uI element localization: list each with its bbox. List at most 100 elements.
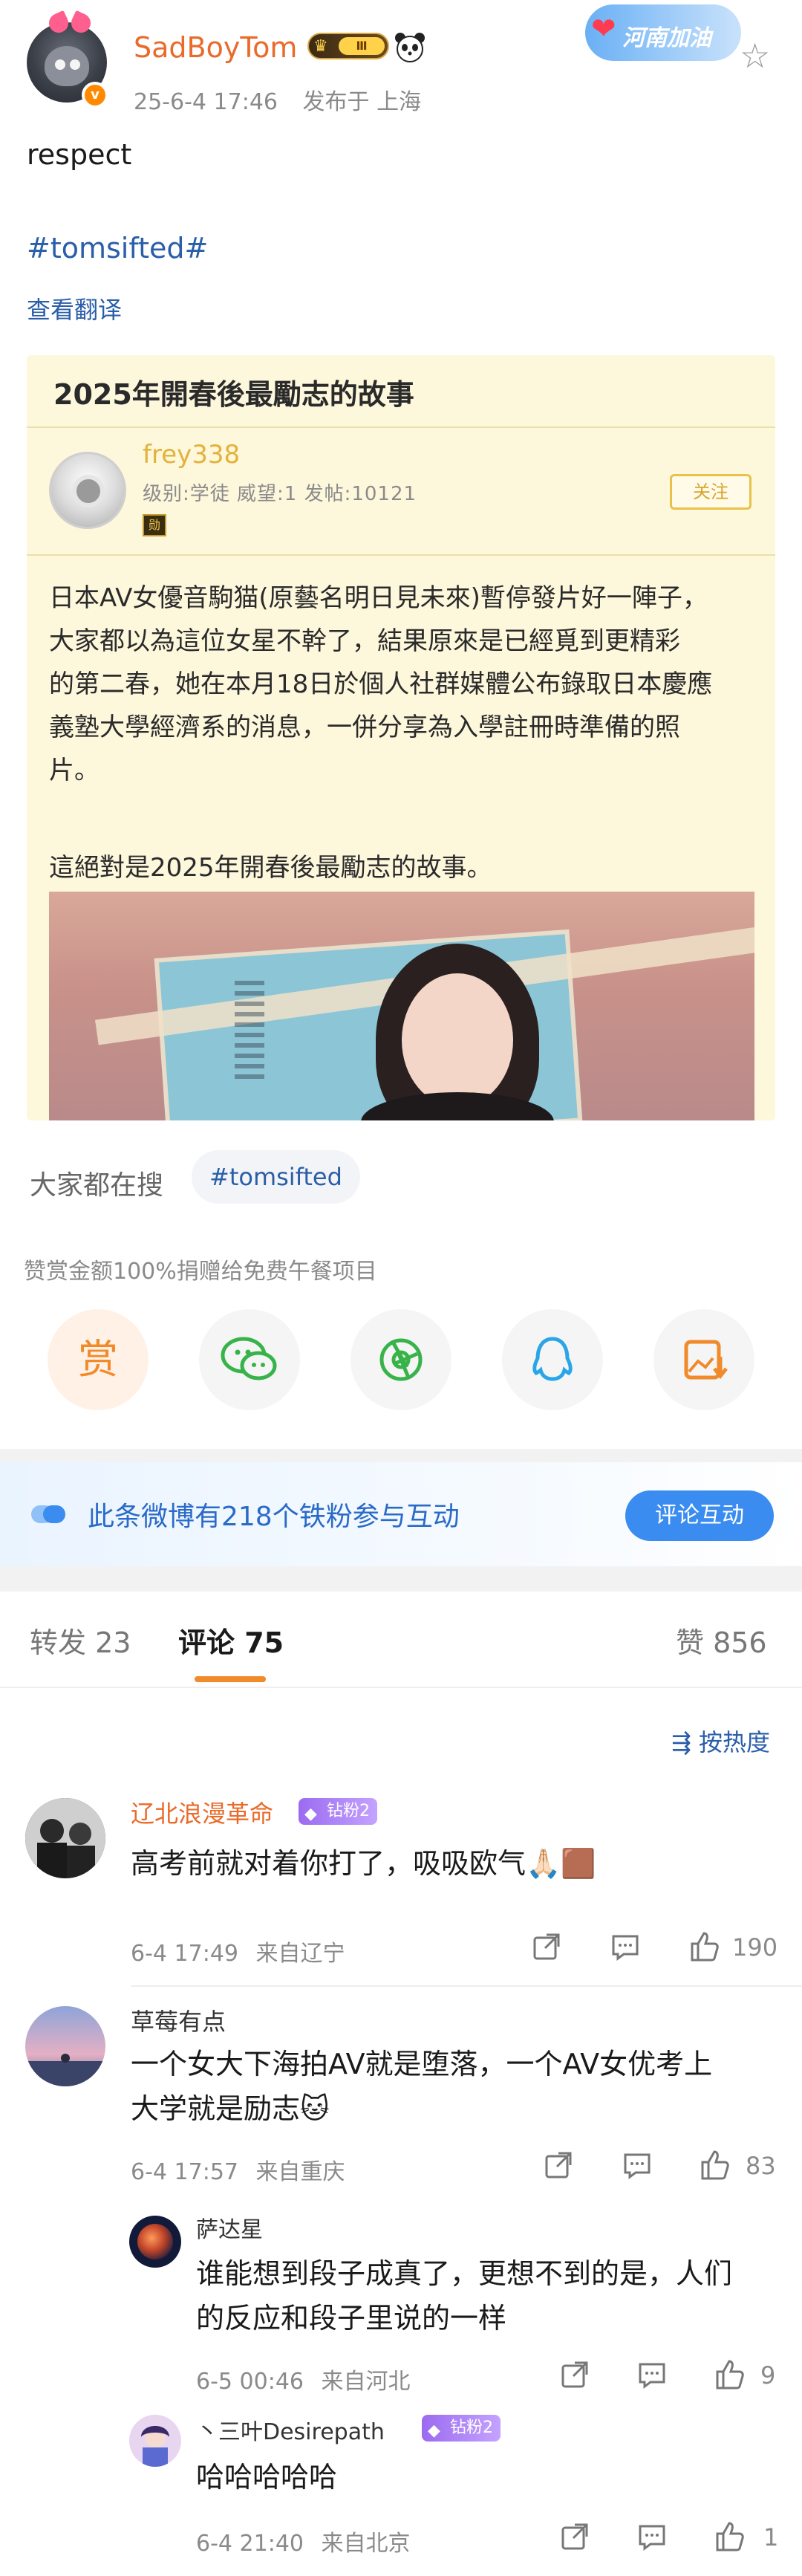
reply-meta: 6-4 21:40 来自北京 <box>196 2525 411 2557</box>
fan-level-badge: ◆ 钻粉2 <box>299 1798 377 1825</box>
reply-time: 6-4 21:40 <box>196 2531 304 2557</box>
active-tab-indicator <box>195 1676 266 1682</box>
section-divider <box>0 1566 802 1592</box>
commenter-avatar[interactable] <box>25 1798 105 1878</box>
reply-reply-icon[interactable] <box>636 2520 668 2553</box>
reply-avatar[interactable] <box>129 2216 181 2268</box>
avatar-photo <box>129 2216 181 2268</box>
like-reply-icon[interactable] <box>713 2358 746 2391</box>
forum-user-stats: 级别:学徒 威望:1 发帖:10121 <box>143 483 417 505</box>
reply-reply-icon[interactable] <box>636 2358 668 2391</box>
save-image-icon <box>684 1340 728 1380</box>
share-comment-icon[interactable] <box>530 1930 563 1963</box>
author-name[interactable]: SadBoyTom <box>134 31 297 64</box>
comment-text: 高考前就对着你打了，吸吸欧气🙏🏻🟫 <box>131 1847 596 1880</box>
like-comment-icon[interactable] <box>698 2149 731 2181</box>
region-badge[interactable]: ❤ 河南加油 <box>585 4 741 61</box>
registration-photo <box>49 892 754 1120</box>
forum-body-line: 大家都以為這位女星不幹了，結果原來是已經覓到更精彩 <box>49 626 680 656</box>
like-comment-icon[interactable] <box>688 1930 720 1963</box>
avatar-face <box>45 46 89 86</box>
photo-face <box>402 973 513 1107</box>
commenter-name[interactable]: 辽北浪漫革命 <box>131 1795 273 1829</box>
save-image-button[interactable] <box>653 1309 754 1410</box>
reply-name[interactable]: 萨达星 <box>196 2211 263 2244</box>
forum-divider <box>27 426 775 428</box>
region-badge-text: 河南加油 <box>622 25 711 51</box>
share-reply-icon[interactable] <box>558 2520 591 2553</box>
forum-body-line: 義塾大學經濟系的消息，一併分享為入學註冊時準備的照 <box>49 713 680 742</box>
sort-label: 按热度 <box>698 1728 770 1756</box>
comment-time: 6-4 17:49 <box>131 1941 238 1967</box>
panda-icon <box>395 33 425 62</box>
reply-avatar[interactable] <box>129 2415 181 2467</box>
tab-comments[interactable]: 评论 75 <box>178 1620 284 1661</box>
reply-comment-icon[interactable] <box>621 2149 653 2181</box>
reply-comment-icon[interactable] <box>609 1930 642 1963</box>
sort-icon: ⇶ <box>671 1728 699 1756</box>
fan-pulse-icon <box>31 1505 65 1523</box>
tab-reposts[interactable]: 转发 23 <box>30 1620 131 1661</box>
forum-divider <box>27 554 775 556</box>
reply-text: 谁能想到段子成真了，更想不到的是，人们 的反应和段子里说的一样 <box>196 2251 732 2340</box>
forum-body-line: 片。 <box>49 756 100 785</box>
forum-title: 2025年開春後最勵志的故事 <box>53 378 414 411</box>
commenter-name[interactable]: 草莓有点 <box>131 2003 226 2037</box>
reply-location: 来自北京 <box>321 2531 411 2557</box>
reply-location: 来自河北 <box>321 2369 411 2395</box>
tabs-divider <box>0 1687 802 1688</box>
tab-likes[interactable]: 赞 856 <box>676 1620 767 1661</box>
share-moments-button[interactable] <box>351 1309 451 1410</box>
avatar-photo <box>129 2415 181 2467</box>
share-qq-button[interactable] <box>502 1309 603 1410</box>
like-count: 83 <box>746 2152 776 2180</box>
forum-follow-button: 关注 <box>670 474 752 510</box>
reply-name[interactable]: 丶三叶Desirepath <box>196 2413 385 2446</box>
like-reply-icon[interactable] <box>713 2520 746 2553</box>
share-reply-icon[interactable] <box>558 2358 591 2391</box>
share-comment-icon[interactable] <box>542 2149 575 2181</box>
fan-level-badge: ◆ 钻粉2 <box>422 2415 501 2442</box>
comment-interact-button[interactable]: 评论互动 <box>625 1490 774 1541</box>
comment-time: 6-4 17:57 <box>131 2159 238 2185</box>
trending-search-tag[interactable]: #tomsifted <box>192 1150 360 1204</box>
post-location: 发布于 上海 <box>302 89 422 115</box>
post-image[interactable]: 2025年開春後最勵志的故事 frey338 级别:学徒 威望:1 发帖:101… <box>27 355 775 1120</box>
heart-icon: ❤ <box>591 12 616 46</box>
forum-closing-line: 這絕對是2025年開春後最勵志的故事。 <box>49 853 492 883</box>
qq-icon <box>532 1337 573 1381</box>
sort-button[interactable]: ⇶ 按热度 <box>671 1724 770 1758</box>
diamond-icon: ◆ <box>428 2421 440 2440</box>
crown-icon: ♛ <box>313 37 328 56</box>
comment-text-line: 大学就是励志🐱 <box>131 2092 330 2125</box>
avatar-eye-left <box>55 59 65 70</box>
commenter-avatar[interactable] <box>25 2006 105 2086</box>
reply-text-line: 谁能想到段子成真了，更想不到的是，人们 <box>196 2257 733 2290</box>
moments-icon <box>379 1338 423 1381</box>
reward-icon: 赏 <box>78 1336 118 1383</box>
fan-level-text: 钻粉2 <box>450 2418 493 2437</box>
share-wechat-button[interactable] <box>199 1309 300 1410</box>
verified-badge: v <box>82 82 108 108</box>
translate-link[interactable]: 查看翻译 <box>27 291 122 325</box>
vip-badge[interactable]: ♛ Ⅲ <box>307 33 389 59</box>
like-count: 190 <box>732 1933 778 1962</box>
forum-body-line: 日本AV女優音駒猫(原藝名明日見未來)暫停發片好一陣子， <box>49 583 708 613</box>
like-count: 1 <box>763 2523 779 2551</box>
fan-interaction-banner: 此条微博有218个铁粉参与互动 评论互动 <box>0 1462 802 1566</box>
photo-card-text <box>235 981 264 1085</box>
diamond-icon: ◆ <box>304 1805 317 1823</box>
comment-divider <box>131 1985 802 1987</box>
section-divider <box>0 1449 802 1462</box>
vip-level: Ⅲ <box>339 37 385 55</box>
avatar-eye-right <box>70 59 80 70</box>
post-header: v SadBoyTom ♛ Ⅲ 25-6-4 17:46 发布于 上海 ❤ 河南… <box>0 0 802 126</box>
fan-level-text: 钻粉2 <box>327 1802 370 1820</box>
wechat-icon <box>221 1337 277 1381</box>
avatar-bow-decoration <box>49 13 91 36</box>
reward-note: 赞赏金额100%捐赠给免费午餐项目 <box>24 1259 377 1285</box>
favorite-star-icon[interactable]: ☆ <box>740 36 770 76</box>
forum-medal-icon: 勋 <box>143 514 166 536</box>
reward-button[interactable]: 赏 <box>48 1309 149 1410</box>
post-hashtag[interactable]: #tomsifted# <box>27 232 208 265</box>
